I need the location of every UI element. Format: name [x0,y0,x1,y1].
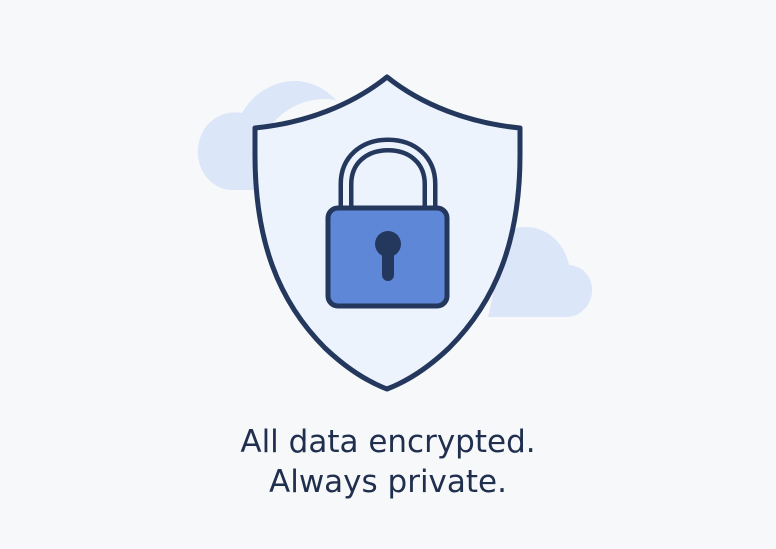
caption-line-2: Always private. [269,464,507,500]
caption-line-1: All data encrypted. [240,424,536,460]
security-illustration-screen: All data encrypted. Always private. [0,0,776,549]
security-message: All data encrypted. Always private. [0,422,776,502]
